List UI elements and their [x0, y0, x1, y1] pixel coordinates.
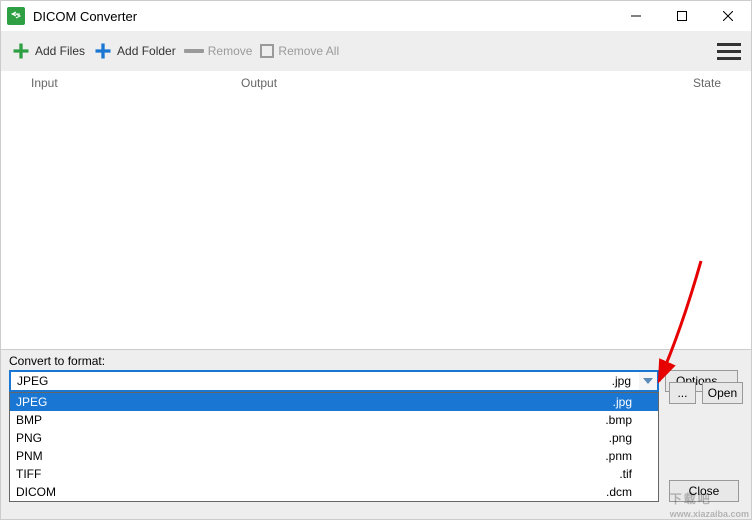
format-option[interactable]: DICOM.dcm — [10, 483, 658, 501]
bottom-panel: Convert to format: JPEG .jpg JPEG.jpgBMP… — [1, 349, 751, 519]
add-folder-button[interactable]: Add Folder — [93, 41, 176, 61]
format-option-name: PNM — [16, 449, 605, 463]
square-icon — [260, 44, 274, 58]
format-option-ext: .bmp — [605, 413, 632, 427]
format-option-name: BMP — [16, 413, 605, 427]
format-dropdown[interactable]: JPEG.jpgBMP.bmpPNG.pngPNM.pnmTIFF.tifDIC… — [9, 392, 659, 502]
format-option-ext: .png — [609, 431, 632, 445]
remove-button: Remove — [184, 44, 253, 58]
minus-icon — [184, 49, 204, 53]
remove-all-label: Remove All — [278, 44, 339, 58]
format-option-name: DICOM — [16, 485, 606, 499]
minimize-button[interactable] — [613, 1, 659, 31]
format-option-name: PNG — [16, 431, 609, 445]
chevron-down-icon[interactable] — [639, 372, 657, 390]
format-option-ext: .tif — [619, 467, 632, 481]
app-icon — [7, 7, 25, 25]
format-label: Convert to format: — [1, 350, 751, 370]
titlebar: DICOM Converter — [1, 1, 751, 31]
add-files-label: Add Files — [35, 44, 85, 58]
close-window-button[interactable] — [705, 1, 751, 31]
col-header-output: Output — [241, 76, 661, 90]
format-option[interactable]: BMP.bmp — [10, 411, 658, 429]
format-option-ext: .jpg — [613, 395, 632, 409]
format-option-name: JPEG — [16, 395, 613, 409]
browse-button[interactable]: ... — [669, 382, 696, 404]
format-option[interactable]: TIFF.tif — [10, 465, 658, 483]
remove-all-button: Remove All — [260, 44, 339, 58]
maximize-button[interactable] — [659, 1, 705, 31]
format-option-ext: .pnm — [605, 449, 632, 463]
file-list — [1, 95, 751, 351]
column-headers: Input Output State — [1, 71, 751, 95]
remove-label: Remove — [208, 44, 253, 58]
add-files-button[interactable]: Add Files — [11, 41, 85, 61]
col-header-input: Input — [31, 76, 241, 90]
col-header-state: State — [661, 76, 721, 90]
format-option-ext: .dcm — [606, 485, 632, 499]
format-option-name: TIFF — [16, 467, 619, 481]
format-option[interactable]: PNM.pnm — [10, 447, 658, 465]
format-combobox[interactable]: JPEG .jpg JPEG.jpgBMP.bmpPNG.pngPNM.pnmT… — [9, 370, 659, 392]
menu-button[interactable] — [717, 39, 741, 63]
window-title: DICOM Converter — [33, 9, 613, 24]
add-folder-label: Add Folder — [117, 44, 176, 58]
format-selected-name: JPEG — [17, 374, 612, 388]
close-button[interactable]: Close — [669, 480, 739, 502]
format-option[interactable]: JPEG.jpg — [10, 393, 658, 411]
format-option[interactable]: PNG.png — [10, 429, 658, 447]
toolbar: Add Files Add Folder Remove Remove All — [1, 31, 751, 71]
open-button[interactable]: Open — [702, 382, 743, 404]
format-selected-ext: .jpg — [612, 374, 631, 388]
